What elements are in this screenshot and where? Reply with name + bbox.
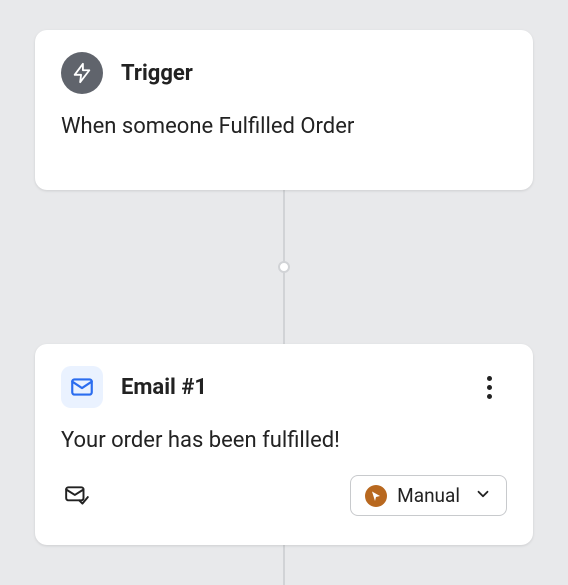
- connector-line: [283, 545, 285, 585]
- email-card-header: Email #1: [61, 366, 507, 408]
- email-subject: Your order has been fulfilled!: [61, 428, 507, 453]
- add-step-dot[interactable]: [278, 261, 290, 273]
- dots-vertical-icon: [487, 376, 492, 399]
- trigger-title: Trigger: [121, 61, 193, 86]
- email-card-footer: Manual: [61, 475, 507, 516]
- more-options-button[interactable]: [471, 369, 507, 405]
- email-title: Email #1: [121, 375, 207, 400]
- trigger-description: When someone Fulfilled Order: [61, 114, 507, 139]
- lightning-icon: [61, 52, 103, 94]
- email-card[interactable]: Email #1 Your order has been fulfilled!: [35, 344, 533, 545]
- mode-label: Manual: [397, 484, 460, 507]
- flow-canvas: Trigger When someone Fulfilled Order Ema…: [0, 0, 568, 574]
- chevron-down-icon: [474, 485, 492, 507]
- mode-dropdown[interactable]: Manual: [350, 475, 507, 516]
- envelope-check-icon: [61, 480, 93, 512]
- trigger-card[interactable]: Trigger When someone Fulfilled Order: [35, 30, 533, 190]
- envelope-icon: [61, 366, 103, 408]
- trigger-card-header: Trigger: [61, 52, 507, 94]
- cursor-icon: [365, 485, 387, 507]
